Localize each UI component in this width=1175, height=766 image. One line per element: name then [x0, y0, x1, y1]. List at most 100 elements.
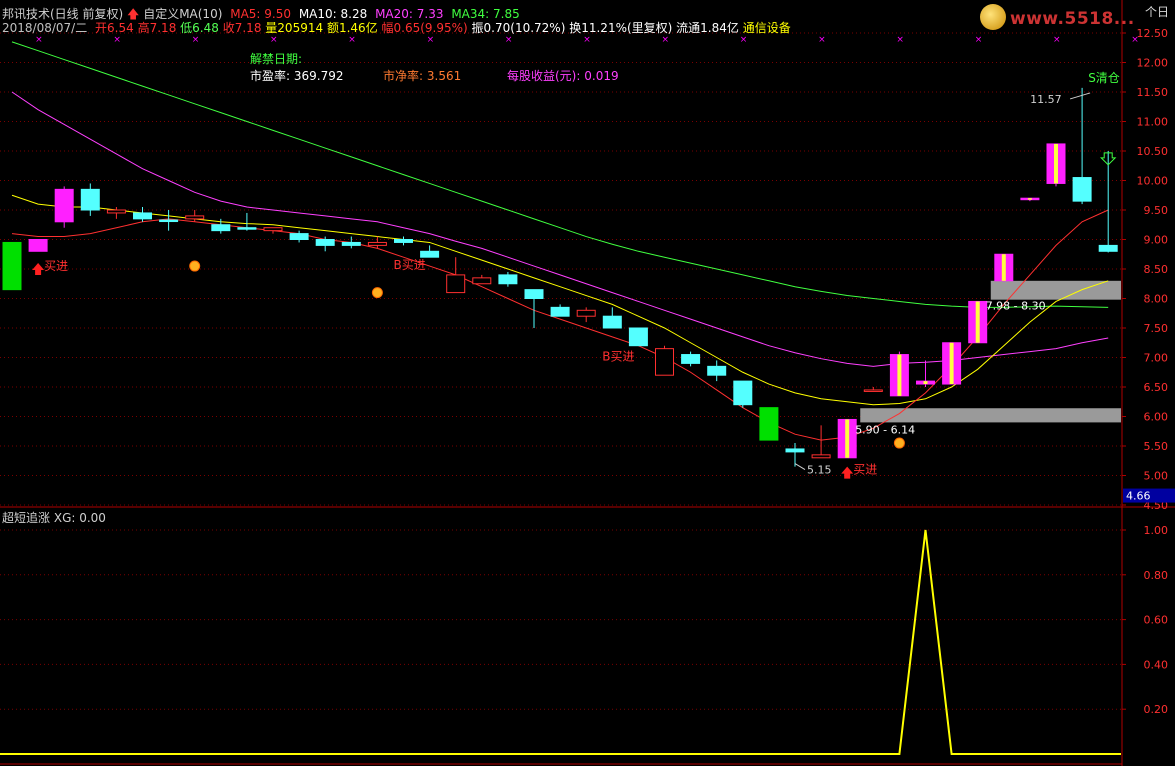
y-tick-label: 8.00: [1144, 293, 1169, 306]
candle-body: [106, 209, 126, 214]
candle-body: [785, 448, 805, 453]
volume-readout: 量205914: [265, 21, 324, 35]
chart-header-line1: 邦讯技术(日线 前复权) 🡅 自定义MA(10) MA5: 9.50 MA10:…: [2, 7, 524, 21]
y-tick-label: 6.00: [1144, 411, 1169, 424]
apple-marker-icon: [371, 287, 383, 299]
candle-body: [472, 277, 492, 285]
candle-highlight: [845, 419, 850, 458]
candle-highlight: [923, 381, 928, 385]
y-tick-label: 11.00: [1137, 116, 1169, 129]
support-zone: [860, 408, 1121, 423]
low-readout: 低6.48: [180, 21, 219, 35]
indicator-tick-label: 1.00: [1144, 524, 1169, 537]
y-tick-label: 7.00: [1144, 352, 1169, 365]
indicator-tick-label: 0.40: [1144, 658, 1169, 671]
up-arrow-icon: 🡅: [127, 7, 140, 21]
signal-marker: ×: [1053, 35, 1061, 45]
candle-body: [263, 227, 283, 232]
corner-label: 个日: [1144, 5, 1169, 19]
y-tick-label: 7.50: [1144, 322, 1169, 335]
apple-marker-icon: [189, 260, 201, 272]
signal-marker: ×: [348, 35, 356, 45]
y-tick-label: 10.50: [1137, 145, 1169, 158]
candle-body: [811, 454, 831, 459]
pb-label: 市净率:: [383, 69, 424, 83]
candle-highlight: [975, 301, 980, 343]
signal-marker: ×: [896, 35, 904, 45]
signal-marker: ×: [427, 35, 435, 45]
site-logo: www.5518...: [980, 4, 1134, 34]
indicator-title: 超短追涨: [2, 511, 51, 525]
candle-highlight: [1054, 143, 1058, 184]
buy-arrow-icon: [32, 263, 45, 276]
candle-body: [394, 239, 413, 243]
candle-body: [341, 241, 361, 246]
signal-marker: ×: [583, 35, 591, 45]
candle-body: [315, 239, 335, 246]
ma10-readout: MA10: 8.28: [298, 7, 368, 21]
signal-marker: ×: [1131, 35, 1139, 45]
signal-marker: ×: [270, 35, 278, 45]
y-tick-label: 9.50: [1144, 204, 1169, 217]
high-readout: 高7.18: [137, 21, 177, 35]
candle-body: [602, 315, 622, 329]
amplitude-readout: 振0.70(10.72%): [471, 21, 566, 35]
zone-range-label: 7.98 - 8.30: [986, 300, 1046, 313]
indicator-tick-label: 0.20: [1144, 703, 1169, 716]
candle-body: [681, 354, 701, 364]
float-cap-readout: 流通1.84亿: [676, 21, 739, 35]
buy-arrow-icon: [841, 466, 854, 479]
candle-body: [289, 233, 309, 241]
y-tick-label: 9.00: [1144, 234, 1169, 247]
y-tick-label: 5.50: [1144, 440, 1169, 453]
last-price-label: 4.66: [1126, 490, 1151, 503]
signal-marker: ×: [975, 35, 983, 45]
candle-body: [707, 365, 727, 376]
candle-body: [550, 306, 570, 317]
date-readout: 2018/08/07/二: [2, 21, 88, 35]
candle-body: [1072, 177, 1092, 202]
b-buy-signal-label: B买进: [602, 350, 634, 364]
eps-value: 0.019: [584, 69, 619, 83]
ma-line-ma-red: [11, 209, 1109, 441]
b-buy-signal-label: B买进: [394, 258, 426, 272]
candle-body: [1098, 244, 1118, 252]
pe-label: 市盈率:: [250, 69, 291, 83]
candle-body: [211, 224, 231, 232]
candle-highlight: [897, 354, 902, 396]
stock-chart[interactable]: 4.505.005.506.006.507.007.508.008.509.00…: [0, 0, 1175, 766]
candle-body: [133, 212, 152, 220]
candle-body: [2, 241, 22, 291]
y-tick-label: 8.50: [1144, 263, 1169, 276]
signal-marker: ×: [35, 35, 43, 45]
candle-body: [159, 219, 179, 223]
candle-body: [576, 309, 596, 317]
candle-body: [498, 274, 518, 285]
chart-header-line2: 2018/08/07/二 开6.54 高7.18 低6.48 收7.18 量20…: [2, 21, 791, 35]
buy-signal-label: 买进: [853, 463, 877, 477]
amount-readout: 额1.46亿: [326, 21, 378, 35]
signal-marker: ×: [740, 35, 748, 45]
stock-title: 邦讯技术(日线 前复权): [2, 7, 124, 21]
y-tick-label: 12.50: [1137, 27, 1169, 40]
change-readout: 幅0.65(9.95%): [381, 21, 468, 35]
high-pointer: [1069, 92, 1091, 100]
signal-marker: ×: [662, 35, 670, 45]
turnover-readout: 换11.21%(里复权): [569, 21, 673, 35]
candle-body: [863, 389, 883, 392]
eps-label: 每股收益(元):: [507, 69, 581, 83]
candle-body: [524, 289, 544, 299]
zone-range-label: 5.90 - 6.14: [855, 423, 915, 436]
ma20-readout: MA20: 7.33: [375, 7, 444, 21]
indicator-header: 超短追涨 XG: 0.00: [2, 511, 106, 525]
sell-signal-label: S清仓: [1088, 71, 1120, 85]
y-tick-label: 11.50: [1137, 86, 1169, 99]
ma-line-ma20: [11, 91, 1109, 367]
candle-body: [237, 227, 257, 230]
apple-marker-icon: [893, 437, 905, 449]
candle-body: [628, 327, 648, 347]
industry-readout: 通信设备: [742, 21, 791, 35]
signal-marker: ×: [113, 35, 121, 45]
logo-url: www.5518...: [1010, 9, 1135, 29]
candle-body: [733, 380, 753, 406]
